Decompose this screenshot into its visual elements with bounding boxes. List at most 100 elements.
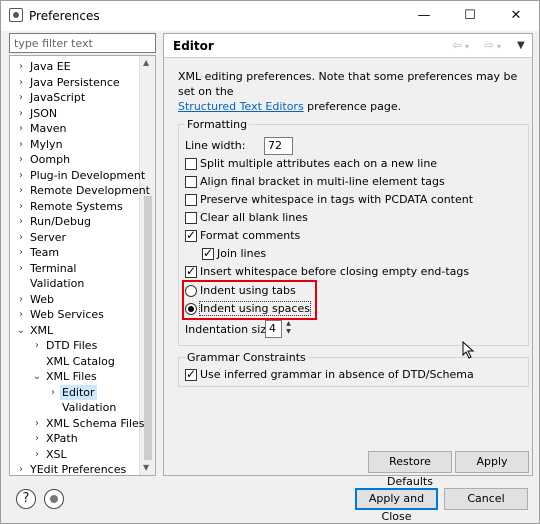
tree-item[interactable]: ⌄ XML (10, 323, 138, 338)
forward-dropdown-icon[interactable]: ▾ (497, 42, 501, 51)
tree-item-label: JavaScript (30, 91, 86, 104)
tree-item[interactable]: › XPath (10, 431, 138, 446)
tree-item[interactable]: › Team (10, 245, 138, 260)
help-icon[interactable]: ? (16, 489, 36, 509)
chevron-right-icon[interactable]: › (16, 90, 26, 105)
tree-item[interactable]: › Remote Development (10, 183, 150, 198)
chevron-right-icon[interactable]: › (16, 168, 26, 183)
join-lines-checkbox[interactable] (202, 246, 214, 260)
tree-item[interactable]: XML Catalog (10, 354, 138, 369)
tree-item[interactable]: › XML Schema Files (10, 416, 145, 431)
tree-item[interactable]: › Web Services (10, 307, 138, 322)
tree-item[interactable]: › Plug-in Development (10, 168, 145, 183)
filter-input[interactable] (9, 33, 156, 53)
indent-spaces-radio[interactable] (185, 303, 197, 315)
scroll-down-arrow-icon[interactable]: ▼ (143, 463, 149, 472)
restore-defaults-button[interactable]: Restore Defaults (368, 451, 452, 488)
chevron-right-icon[interactable]: › (16, 75, 26, 90)
tree-item[interactable]: › Mylyn (10, 137, 138, 152)
chevron-right-icon[interactable]: › (32, 416, 42, 431)
tree-item-label: Run/Debug (30, 215, 91, 228)
tree-item-label: XML Catalog (46, 354, 115, 368)
back-icon[interactable]: ⇦ (452, 38, 462, 52)
chevron-right-icon[interactable]: › (16, 106, 26, 121)
tree-item[interactable]: › Maven (10, 121, 138, 136)
structured-text-editors-link[interactable]: Structured Text Editors (178, 100, 304, 113)
chevron-right-icon[interactable]: › (16, 230, 26, 245)
chevron-right-icon[interactable]: › (16, 121, 26, 136)
window-title: Preferences (29, 9, 100, 23)
tree-item-label: XPath (46, 432, 78, 445)
tree-item[interactable]: › Terminal (10, 261, 138, 276)
split-attrs-checkbox[interactable] (185, 158, 197, 170)
tree-item[interactable]: Validation (10, 400, 138, 415)
chevron-right-icon[interactable]: › (16, 152, 26, 167)
chevron-right-icon[interactable]: › (16, 307, 26, 322)
tree-item[interactable]: › Run/Debug (10, 214, 138, 229)
format-comments-checkbox[interactable] (185, 228, 197, 242)
tree-item[interactable]: › YEdit Preferences (10, 462, 138, 476)
clear-blank-checkbox[interactable] (185, 212, 197, 224)
tree-item-label: XML (30, 323, 54, 337)
tree-item[interactable]: ⌄ XML Files (10, 369, 138, 384)
use-inferred-checkbox[interactable] (185, 367, 197, 381)
minimize-button[interactable]: — (401, 1, 447, 31)
view-menu-icon[interactable]: ▼ (517, 40, 525, 51)
indent-size-spinner[interactable]: ▲ ▼ (283, 320, 294, 338)
chevron-right-icon[interactable]: › (16, 261, 26, 276)
tree-item[interactable]: › Editor (10, 384, 138, 400)
editor-page: Editor ⇦ ▾ ⇨ ▾ ▼ XML editing preferences… (163, 33, 533, 488)
tree-item[interactable]: › XSL (10, 447, 138, 462)
line-width-input[interactable]: 72 (264, 137, 293, 155)
chevron-right-icon[interactable]: › (16, 199, 26, 214)
align-bracket-checkbox[interactable] (185, 176, 197, 188)
tree-item[interactable]: › JSON (10, 106, 138, 121)
tree-item-label: DTD Files (46, 339, 98, 352)
tree-item-label: YEdit Preferences (30, 463, 127, 476)
chevron-right-icon[interactable]: › (16, 292, 26, 307)
maximize-button[interactable]: ☐ (447, 1, 493, 31)
chevron-right-icon[interactable]: › (16, 245, 26, 260)
tree-item[interactable]: › DTD Files (10, 338, 138, 353)
insert-ws-checkbox[interactable] (185, 264, 197, 278)
chevron-right-icon[interactable]: › (16, 59, 26, 74)
tree-item[interactable]: › Remote Systems (10, 199, 138, 214)
chevron-right-icon[interactable]: › (16, 462, 26, 475)
scroll-up-arrow-icon[interactable]: ▲ (143, 58, 149, 67)
chevron-right-icon[interactable]: › (16, 137, 26, 152)
tree-item[interactable]: › Java EE (10, 59, 138, 74)
chevron-right-icon[interactable]: › (32, 431, 42, 446)
back-dropdown-icon[interactable]: ▾ (465, 42, 469, 51)
chevron-right-icon[interactable]: › (32, 338, 42, 353)
format-comments-label: Format comments (200, 229, 301, 242)
close-button[interactable]: ✕ (493, 1, 539, 31)
tree-item[interactable]: › Oomph (10, 152, 138, 167)
tree-item[interactable]: › Java Persistence (10, 75, 138, 90)
chevron-right-icon[interactable]: › (48, 385, 58, 400)
tree-item[interactable]: › Server (10, 230, 138, 245)
mouse-cursor-icon (462, 341, 475, 359)
split-attrs-label: Split multiple attributes each on a new … (200, 157, 438, 170)
indent-tabs-radio[interactable] (185, 285, 197, 297)
cancel-button[interactable]: Cancel (444, 488, 528, 510)
preferences-tree: ▲ ▼ › Java EE › Java Persistence › JavaScript… (9, 55, 156, 476)
tree-item-label: Validation (62, 401, 117, 414)
page-header: Editor ⇦ ▾ ⇨ ▾ ▼ (164, 34, 532, 58)
forward-icon[interactable]: ⇨ (484, 38, 494, 52)
indent-size-input[interactable]: 4 (265, 320, 282, 338)
chevron-right-icon[interactable]: › (16, 183, 26, 198)
tree-item[interactable]: Validation (10, 276, 138, 291)
tree-scrollbar[interactable]: ▲ ▼ (139, 56, 155, 475)
preserve-ws-checkbox[interactable] (185, 194, 197, 206)
scroll-thumb[interactable] (144, 196, 152, 460)
chevron-right-icon[interactable]: › (32, 447, 42, 462)
chevron-down-icon[interactable]: ⌄ (32, 369, 42, 384)
chevron-down-icon[interactable]: ⌄ (16, 323, 26, 338)
apply-and-close-button[interactable]: Apply and Close (355, 488, 438, 523)
apply-button[interactable]: Apply (455, 451, 529, 473)
chevron-right-icon[interactable]: › (16, 214, 26, 229)
tree-item[interactable]: › Web (10, 292, 138, 307)
tree-item[interactable]: › JavaScript (10, 90, 138, 105)
record-icon[interactable] (44, 489, 64, 509)
preserve-ws-label: Preserve whitespace in tags with PCDATA … (200, 193, 474, 206)
